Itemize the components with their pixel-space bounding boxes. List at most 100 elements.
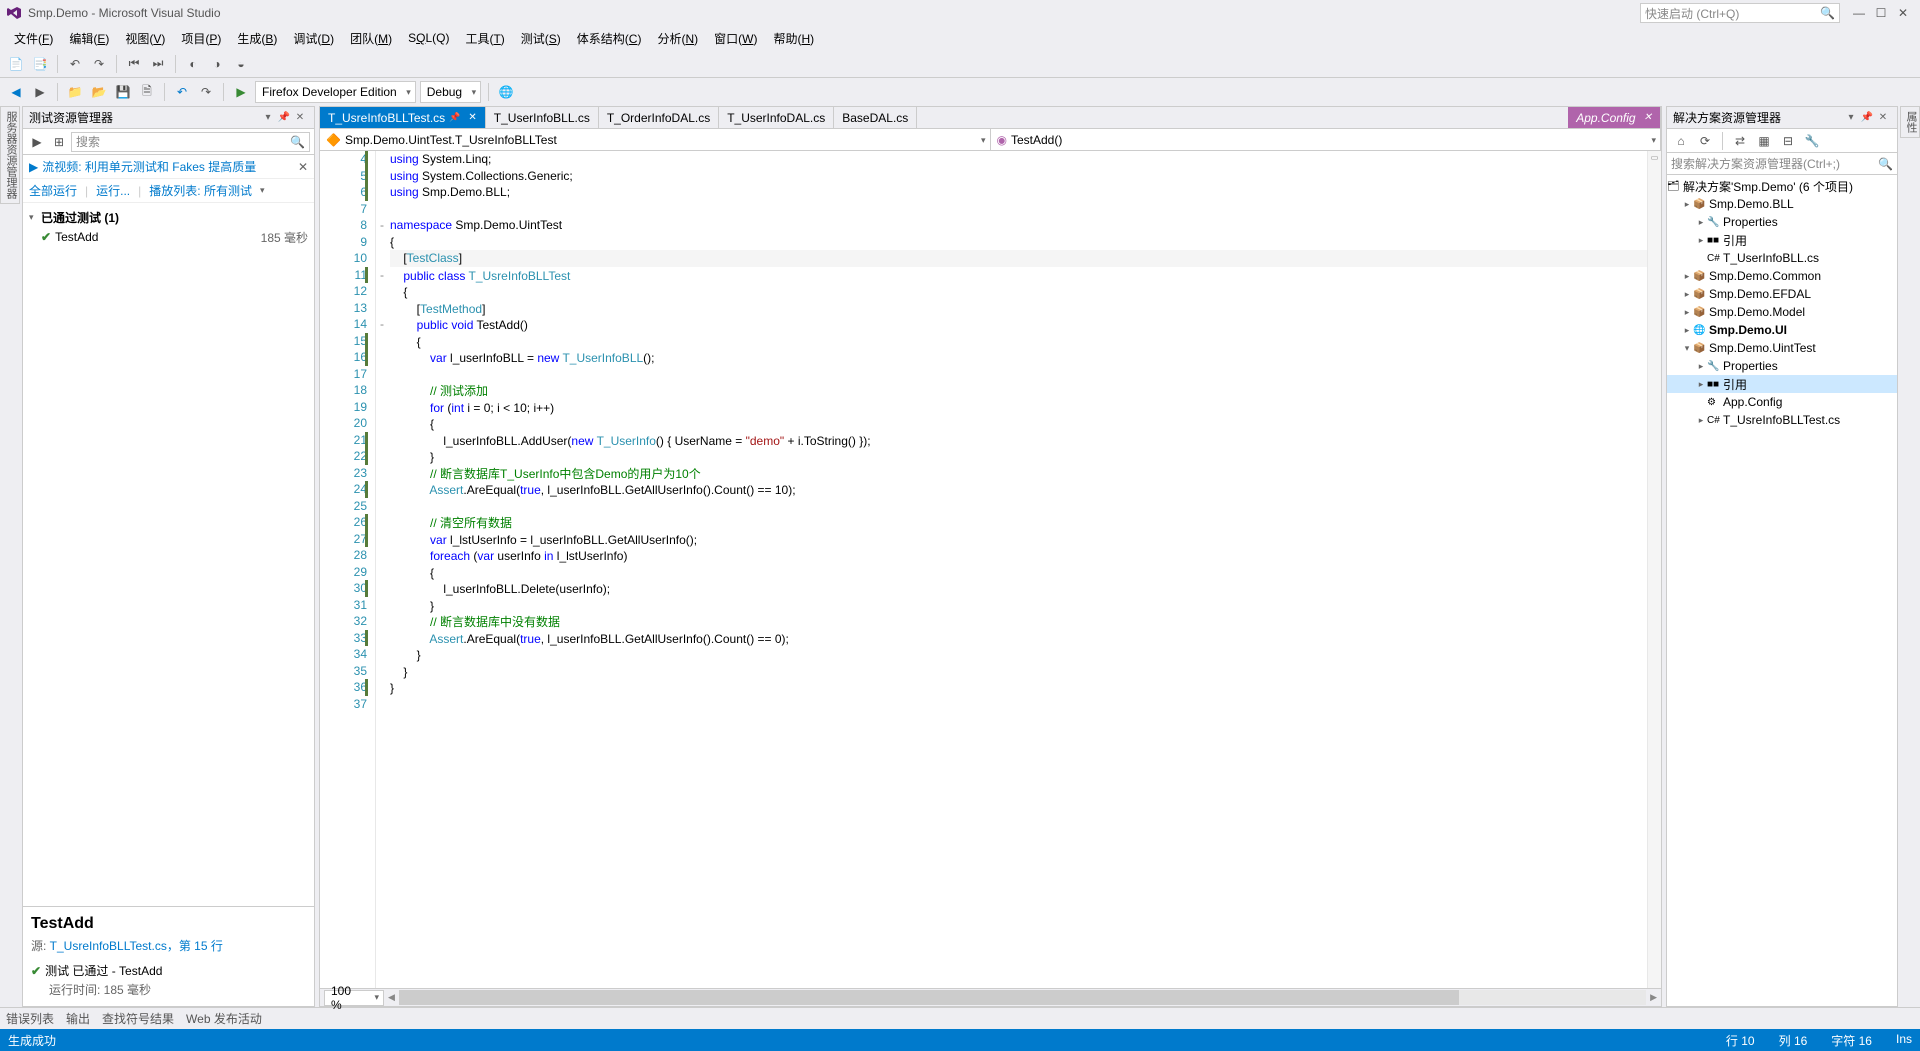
close-tip-icon[interactable]: ✕ bbox=[298, 160, 308, 174]
minimize-button[interactable]: — bbox=[1848, 6, 1870, 20]
menu-item[interactable]: 编辑(E) bbox=[61, 28, 117, 49]
menu-item[interactable]: 团队(M) bbox=[342, 28, 400, 49]
solution-item[interactable]: ▸📦Smp.Demo.EFDAL bbox=[1667, 285, 1897, 303]
step2-icon[interactable]: ⏭ bbox=[148, 54, 168, 74]
test-search-input[interactable]: 搜索 🔍 bbox=[71, 132, 310, 152]
dock-properties-tab[interactable]: 属性 bbox=[1900, 106, 1920, 138]
editor-tab[interactable]: T_UsreInfoBLLTest.cs📌✕ bbox=[320, 107, 486, 128]
close-tab-icon[interactable]: ✕ bbox=[1644, 112, 1652, 123]
solution-item[interactable]: ▸📦Smp.Demo.Model bbox=[1667, 303, 1897, 321]
bottom-tab[interactable]: 错误列表 bbox=[6, 1010, 54, 1027]
editor-tab[interactable]: BaseDAL.cs bbox=[834, 107, 917, 128]
solution-item[interactable]: ▸C#T_UsreInfoBLLTest.cs bbox=[1667, 411, 1897, 429]
solution-item[interactable]: ▸🔧Properties bbox=[1667, 357, 1897, 375]
save-icon[interactable]: 💾 bbox=[113, 82, 133, 102]
solution-item[interactable]: C#T_UserInfoBLL.cs bbox=[1667, 249, 1897, 267]
bottom-tab[interactable]: 查找符号结果 bbox=[102, 1010, 174, 1027]
break-icon[interactable]: ◐ bbox=[183, 54, 203, 74]
class-nav-combo[interactable]: 🔶 Smp.Demo.UintTest.T_UsreInfoBLLTest bbox=[320, 129, 991, 151]
playlist-link[interactable]: 播放列表: 所有测试 bbox=[149, 182, 252, 199]
quicklaunch-input[interactable]: 快速启动 (Ctrl+Q) 🔍 bbox=[1640, 3, 1840, 23]
break2-icon[interactable]: ◑ bbox=[207, 54, 227, 74]
run-link[interactable]: 运行... bbox=[96, 182, 130, 199]
group-icon[interactable]: ⊞ bbox=[49, 132, 69, 152]
solution-item[interactable]: ⚙App.Config bbox=[1667, 393, 1897, 411]
expander-icon[interactable]: ▸ bbox=[1695, 235, 1707, 246]
config-combo[interactable]: Debug bbox=[420, 81, 481, 103]
code-editor[interactable]: using System.Linq;using System.Collectio… bbox=[388, 151, 1647, 988]
expander-icon[interactable]: ▸ bbox=[1681, 289, 1693, 300]
add-item-icon[interactable]: 📑 bbox=[30, 54, 50, 74]
solution-root[interactable]: 🗂解决方案'Smp.Demo' (6 个项目) bbox=[1667, 177, 1897, 195]
start-icon[interactable]: ▶ bbox=[231, 82, 251, 102]
scroll-left-icon[interactable]: ◀ bbox=[388, 992, 395, 1003]
menu-item[interactable]: 调试(D) bbox=[285, 28, 342, 49]
scroll-map[interactable]: ▭ bbox=[1647, 151, 1661, 988]
solution-item[interactable]: ▸■■引用 bbox=[1667, 231, 1897, 249]
redo-icon[interactable]: ↷ bbox=[196, 82, 216, 102]
pin-icon[interactable]: 📌 bbox=[1859, 112, 1875, 123]
maximize-button[interactable]: ☐ bbox=[1870, 6, 1892, 20]
close-button[interactable]: ✕ bbox=[1892, 6, 1914, 20]
solution-item[interactable]: ▸📦Smp.Demo.Common bbox=[1667, 267, 1897, 285]
menu-item[interactable]: 生成(B) bbox=[229, 28, 285, 49]
solution-item[interactable]: ▸🔧Properties bbox=[1667, 213, 1897, 231]
save-all-icon[interactable]: 🗎 bbox=[137, 82, 157, 102]
close-panel-icon[interactable]: ✕ bbox=[1875, 112, 1891, 123]
nav-fwd-icon[interactable]: ↷ bbox=[89, 54, 109, 74]
menu-item[interactable]: 视图(V) bbox=[117, 28, 173, 49]
solution-search-input[interactable]: 搜索解决方案资源管理器(Ctrl+;) 🔍 bbox=[1667, 153, 1897, 175]
pin-icon[interactable]: 📌 bbox=[449, 112, 460, 123]
expander-icon[interactable]: ▸ bbox=[1681, 307, 1693, 318]
editor-tab[interactable]: App.Config✕ bbox=[1568, 107, 1661, 128]
bottom-tab[interactable]: 输出 bbox=[66, 1010, 90, 1027]
expander-icon[interactable]: ▸ bbox=[1681, 271, 1693, 282]
fold-toggle[interactable]: - bbox=[376, 316, 388, 333]
solution-item[interactable]: ▸■■引用 bbox=[1667, 375, 1897, 393]
forward-button-icon[interactable]: ▶ bbox=[30, 82, 50, 102]
solution-item[interactable]: ▸🌐Smp.Demo.UI bbox=[1667, 321, 1897, 339]
method-nav-combo[interactable]: ◉ TestAdd() bbox=[991, 129, 1662, 151]
menu-item[interactable]: 帮助(H) bbox=[765, 28, 822, 49]
close-tab-icon[interactable]: ✕ bbox=[468, 112, 476, 123]
break3-icon[interactable]: ◒ bbox=[231, 54, 251, 74]
menu-item[interactable]: 文件(F) bbox=[6, 28, 61, 49]
home-icon[interactable]: ⌂ bbox=[1671, 131, 1691, 151]
bottom-tab[interactable]: Web 发布活动 bbox=[186, 1010, 262, 1027]
test-group-row[interactable]: ▾ 已通过测试 (1) bbox=[23, 207, 314, 227]
source-link[interactable]: T_UsreInfoBLLTest.cs，第 15 行 bbox=[50, 939, 223, 953]
solution-item[interactable]: ▾📦Smp.Demo.UintTest bbox=[1667, 339, 1897, 357]
expander-icon[interactable]: ▸ bbox=[1695, 415, 1707, 426]
menu-item[interactable]: 窗口(W) bbox=[706, 28, 765, 49]
step-icon[interactable]: ⏮ bbox=[124, 54, 144, 74]
properties-icon[interactable]: 🔧 bbox=[1802, 131, 1822, 151]
solution-item[interactable]: ▸📦Smp.Demo.BLL bbox=[1667, 195, 1897, 213]
browser-icon[interactable]: 🌐 bbox=[496, 82, 516, 102]
fold-toggle[interactable]: - bbox=[376, 267, 388, 284]
add-class-icon[interactable]: 📄 bbox=[6, 54, 26, 74]
back-button-icon[interactable]: ◀ bbox=[6, 82, 26, 102]
dropdown-icon[interactable]: ▾ bbox=[1843, 112, 1859, 123]
zoom-combo[interactable]: 100 % bbox=[324, 990, 384, 1006]
expander-icon[interactable]: ▸ bbox=[1695, 361, 1707, 372]
collapse-icon[interactable]: ⊟ bbox=[1778, 131, 1798, 151]
menu-item[interactable]: 项目(P) bbox=[173, 28, 229, 49]
menu-item[interactable]: SQL(Q) bbox=[400, 29, 457, 47]
menu-item[interactable]: 体系结构(C) bbox=[569, 28, 650, 49]
expander-icon[interactable]: ▸ bbox=[1681, 199, 1693, 210]
editor-tab[interactable]: T_UserInfoBLL.cs bbox=[486, 107, 599, 128]
open-icon[interactable]: 📂 bbox=[89, 82, 109, 102]
editor-tab[interactable]: T_UserInfoDAL.cs bbox=[719, 107, 834, 128]
test-item-row[interactable]: ✔ TestAdd 185 毫秒 bbox=[23, 227, 314, 247]
dropdown-icon[interactable]: ▾ bbox=[260, 112, 276, 123]
dock-server-explorer-tab[interactable]: 服务器资源管理器 bbox=[0, 106, 20, 204]
expander-icon[interactable]: ▾ bbox=[1681, 343, 1693, 354]
show-all-icon[interactable]: ▦ bbox=[1754, 131, 1774, 151]
split-icon[interactable]: ▭ bbox=[1648, 151, 1661, 163]
stream-link[interactable]: ▶ 流视频: 利用单元测试和 Fakes 提高质量 ✕ bbox=[23, 155, 314, 179]
scroll-right-icon[interactable]: ▶ bbox=[1650, 992, 1657, 1003]
run-all-link[interactable]: 全部运行 bbox=[29, 182, 77, 199]
editor-tab[interactable]: T_OrderInfoDAL.cs bbox=[599, 107, 719, 128]
expander-icon[interactable]: ▾ bbox=[29, 212, 41, 223]
fold-toggle[interactable]: - bbox=[376, 217, 388, 234]
